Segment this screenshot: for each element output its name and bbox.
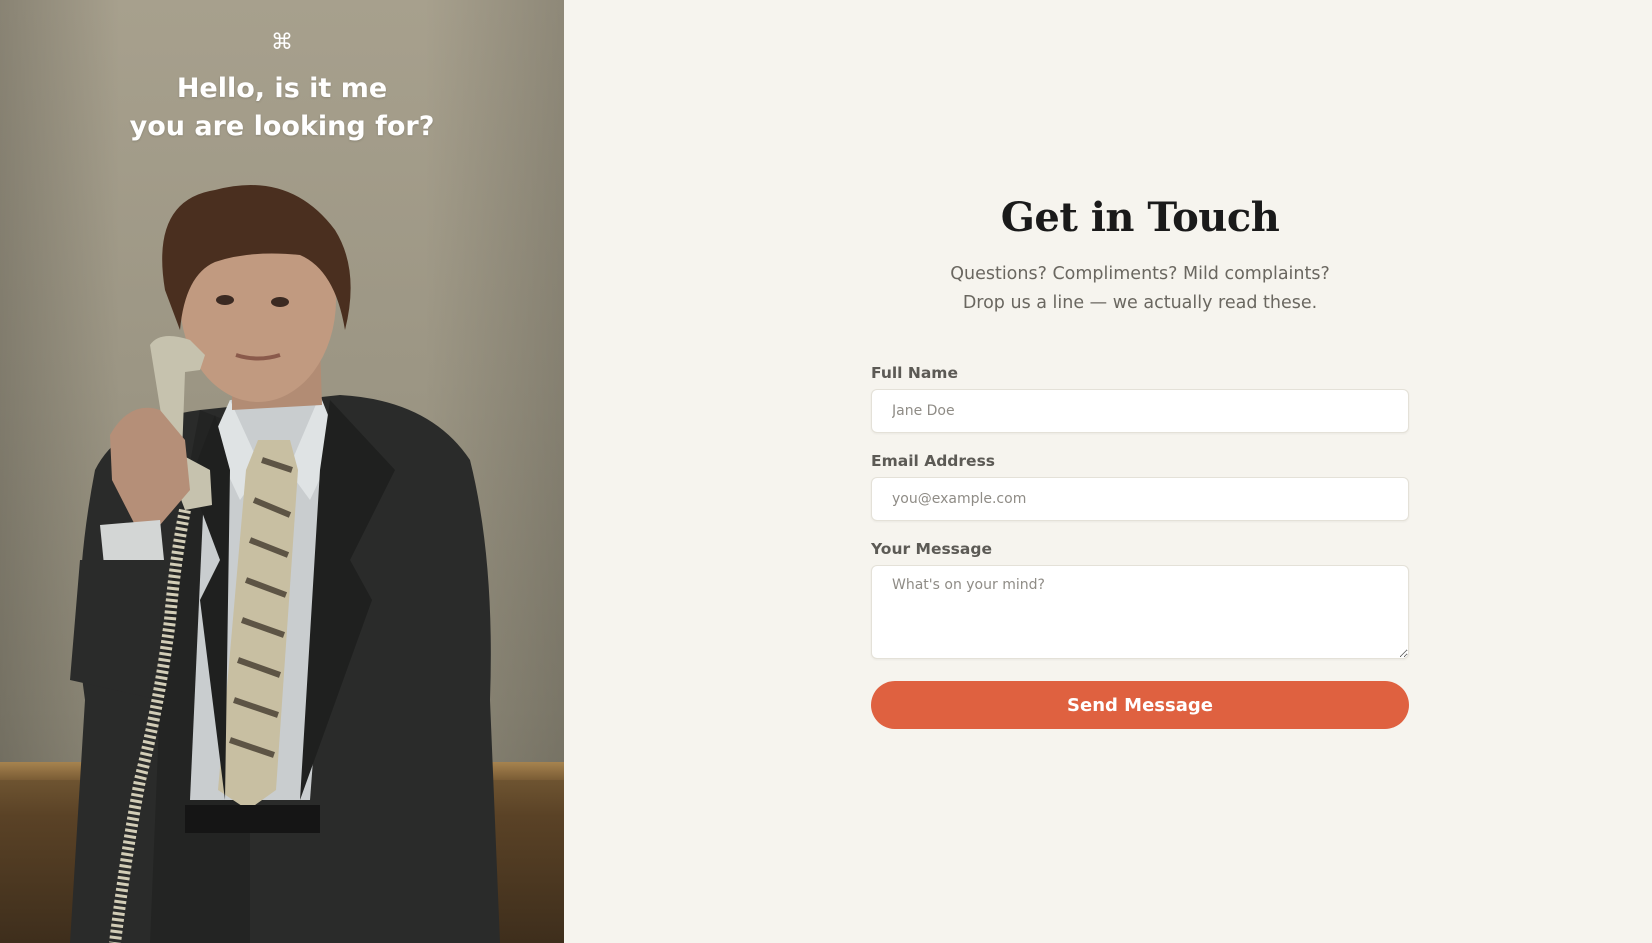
email-input[interactable]	[871, 477, 1409, 521]
email-field-group: Email Address	[871, 451, 1409, 521]
hero-headline-line-2: you are looking for?	[129, 111, 435, 142]
send-message-button[interactable]: Send Message	[871, 681, 1409, 729]
message-label: Your Message	[871, 540, 992, 558]
full-name-field-group: Full Name	[871, 363, 1409, 433]
contact-form: Full Name Email Address Your Message Sen…	[871, 363, 1409, 729]
contact-page: ⌘ Hello, is it me you are looking for? G…	[0, 0, 1652, 943]
subtitle-line-2: Drop us a line — we actually read these.	[962, 293, 1318, 313]
message-textarea[interactable]	[871, 565, 1409, 659]
contact-form-container: Get in Touch Questions? Compliments? Mil…	[871, 190, 1409, 729]
hero-panel: ⌘ Hello, is it me you are looking for?	[0, 0, 564, 943]
message-field-group: Your Message	[871, 539, 1409, 664]
hero-headline: Hello, is it me you are looking for?	[0, 70, 564, 146]
page-subtitle: Questions? Compliments? Mild complaints?…	[871, 260, 1409, 318]
hero-headline-line-1: Hello, is it me	[176, 73, 388, 104]
hero-header: ⌘ Hello, is it me you are looking for?	[0, 30, 564, 146]
full-name-label: Full Name	[871, 364, 958, 382]
contact-panel: Get in Touch Questions? Compliments? Mil…	[564, 0, 1652, 943]
page-title: Get in Touch	[1000, 194, 1280, 241]
email-label: Email Address	[871, 452, 996, 470]
command-key-icon: ⌘	[271, 30, 293, 55]
subtitle-line-1: Questions? Compliments? Mild complaints?	[950, 264, 1330, 284]
full-name-input[interactable]	[871, 389, 1409, 433]
